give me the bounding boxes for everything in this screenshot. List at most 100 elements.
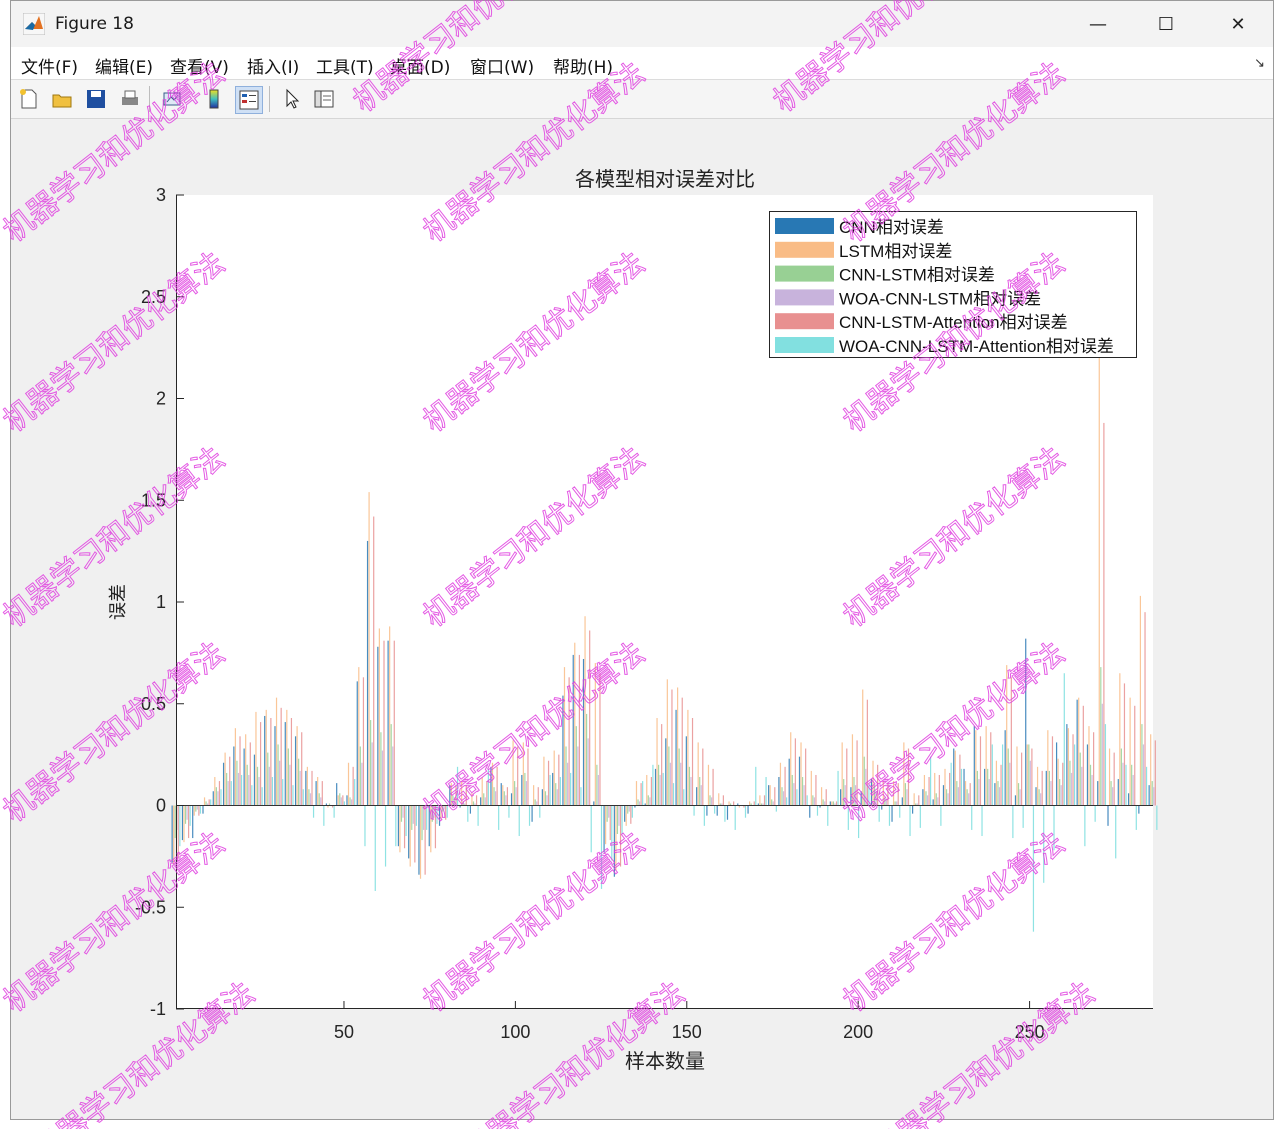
x-tick-label: 50 — [334, 1022, 354, 1042]
bar — [565, 746, 567, 806]
bar — [549, 774, 551, 806]
bar — [268, 766, 270, 806]
bar — [666, 679, 668, 806]
bar — [1081, 766, 1083, 806]
bar — [665, 738, 667, 806]
bar — [290, 718, 293, 806]
bar — [377, 646, 379, 806]
bar — [781, 787, 783, 806]
bar — [547, 760, 550, 806]
bar — [901, 797, 903, 806]
y-tick-label: 0 — [156, 796, 166, 816]
bar — [997, 781, 999, 806]
bar — [1014, 795, 1017, 806]
watermark-text: 机器学习和优化算法 — [347, 0, 581, 119]
bar — [323, 805, 325, 826]
bar — [309, 793, 312, 806]
bar — [415, 805, 417, 826]
bar — [552, 772, 554, 806]
bar — [279, 760, 281, 806]
bar — [1072, 734, 1074, 806]
bar — [1057, 758, 1059, 806]
bar — [1040, 793, 1042, 806]
bar — [1051, 736, 1054, 806]
bar — [277, 744, 279, 806]
bar — [210, 799, 212, 806]
bar — [1100, 667, 1102, 806]
bar — [1154, 740, 1156, 806]
bar — [500, 783, 502, 806]
bar — [556, 789, 558, 806]
bar — [954, 750, 956, 806]
bar — [179, 805, 181, 847]
bar — [699, 777, 701, 806]
bar — [685, 736, 687, 806]
bar — [390, 724, 392, 806]
bar — [1017, 783, 1020, 806]
bar — [409, 805, 411, 867]
bar — [702, 748, 704, 806]
bar — [408, 805, 410, 859]
bar — [765, 777, 767, 806]
bar — [1070, 772, 1073, 806]
bar — [412, 805, 414, 824]
bar — [590, 805, 592, 853]
bar — [1041, 770, 1043, 806]
bar — [505, 795, 507, 806]
bar — [1104, 724, 1107, 806]
bar — [312, 805, 315, 818]
bar — [389, 626, 391, 806]
bar — [769, 785, 771, 806]
bar — [990, 732, 992, 806]
bar — [1151, 781, 1153, 806]
bar — [969, 783, 971, 806]
bar — [714, 805, 716, 814]
bar — [659, 774, 661, 806]
bar — [558, 754, 560, 806]
bar — [230, 781, 232, 806]
bar — [1131, 764, 1133, 806]
bar — [267, 752, 269, 806]
bar — [354, 779, 356, 806]
bar — [1134, 705, 1136, 806]
bar — [1009, 762, 1011, 806]
bar — [1139, 595, 1141, 806]
bar — [378, 628, 380, 806]
bar — [810, 770, 812, 806]
bar — [299, 770, 301, 806]
watermark-text: 机器学习和优化算法 — [27, 976, 261, 1129]
bar — [215, 787, 217, 806]
bar — [1026, 744, 1028, 806]
bar — [498, 805, 500, 830]
bar — [813, 797, 815, 806]
bar — [264, 715, 266, 806]
x-tick-label: 100 — [500, 1022, 530, 1042]
bar — [957, 787, 959, 806]
bar — [477, 805, 479, 826]
bar — [1123, 683, 1126, 806]
bar — [246, 764, 248, 806]
x-axis-label: 样本数量 — [625, 1049, 705, 1073]
bar — [1094, 805, 1096, 822]
bar — [1073, 744, 1076, 806]
bar — [1127, 793, 1130, 806]
bar — [831, 801, 833, 806]
bar — [949, 772, 951, 806]
bar — [265, 709, 267, 806]
bar — [400, 805, 403, 822]
bar — [189, 805, 191, 826]
bar — [691, 718, 694, 806]
bar — [1129, 697, 1131, 806]
bar — [361, 762, 363, 806]
chart-title: 各模型相对误差对比 — [575, 167, 755, 191]
bar — [680, 762, 682, 806]
bar — [1036, 766, 1039, 806]
bar — [934, 772, 936, 806]
bar — [635, 781, 638, 806]
bar — [280, 707, 282, 806]
legend-swatch — [775, 265, 834, 282]
bar — [1112, 787, 1114, 806]
bar — [925, 791, 927, 806]
figure-canvas: -1-0.500.511.522.53 50 100 150 200 250 各模型相对… — [0, 0, 1158, 1129]
bar — [546, 795, 548, 806]
